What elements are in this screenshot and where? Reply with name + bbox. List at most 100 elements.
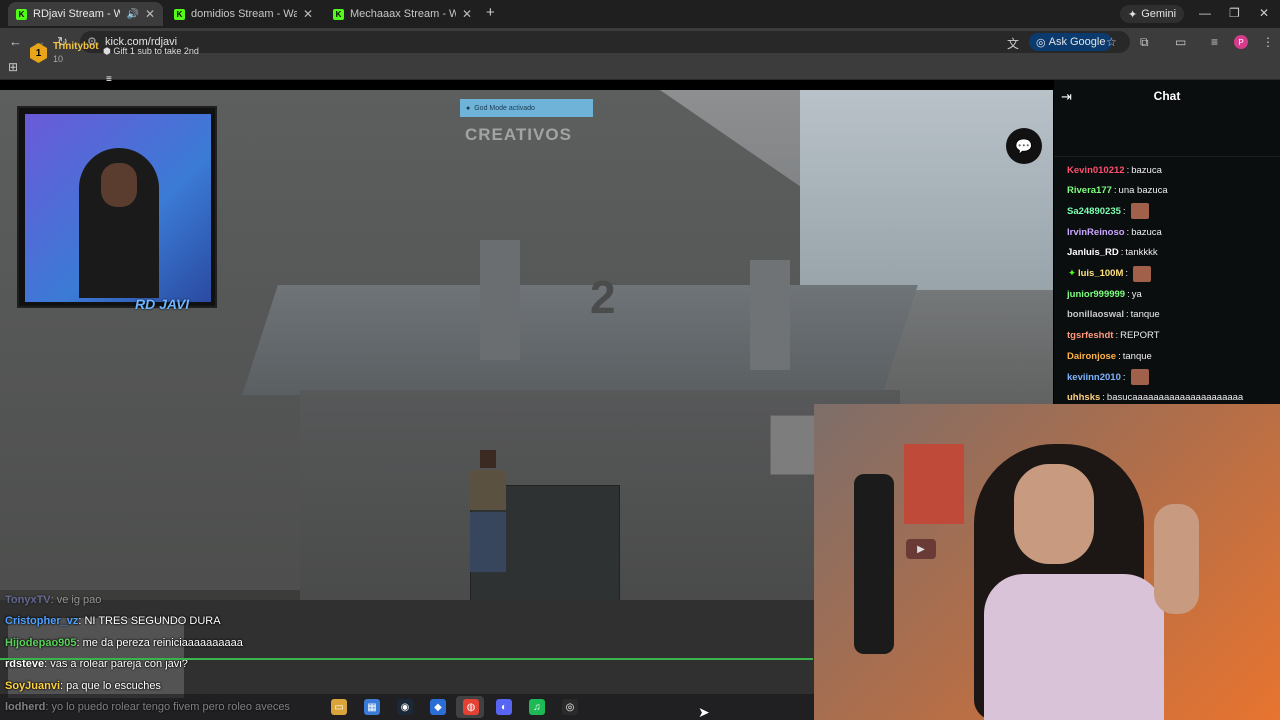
chat-emote-icon xyxy=(1130,203,1149,220)
chat-separator: : xyxy=(1127,288,1130,300)
back-icon[interactable]: ← xyxy=(9,34,22,49)
overlay-chat-line: Cristopher_vz: NI TRES SEGUNDO DURA xyxy=(5,615,435,636)
address-bar[interactable] xyxy=(80,31,1130,53)
chat-username[interactable]: junior999999 xyxy=(1067,289,1125,300)
lens-icon: ◎ xyxy=(1036,36,1046,49)
pinned-username[interactable]: Trinitybot xyxy=(53,41,99,52)
chat-separator: : xyxy=(1120,247,1124,259)
chat-filter-icon[interactable]: ≡ xyxy=(106,74,112,85)
profile-avatar[interactable]: P xyxy=(1234,35,1248,49)
overlay-chat-text: : ve ig pao xyxy=(50,594,102,606)
chat-message[interactable]: ✦ luis_100M: xyxy=(1068,264,1152,284)
chat-message[interactable]: Daironjose: tanque xyxy=(1067,346,1152,366)
overlay-chat-username: Hijodepao905 xyxy=(5,636,77,649)
extensions-icon[interactable]: ⧉ xyxy=(1140,35,1149,50)
chat-toggle-icon[interactable]: 💬 xyxy=(1006,128,1042,164)
chat-username[interactable]: Rivera177 xyxy=(1067,185,1112,196)
menu-kebab-icon[interactable]: ⋮ xyxy=(1262,35,1274,49)
tab-rdjavi[interactable]: K RDjavi Stream - Watch Live 🔊 ✕ xyxy=(8,2,163,26)
chat-message-text: REPORT xyxy=(1120,330,1160,342)
chat-message-text: basucaaaaaaaaaaaaaaaaaaaaa xyxy=(1106,392,1244,404)
chat-username[interactable]: Janluis_RD xyxy=(1067,247,1119,258)
discord-icon[interactable]: ◐ xyxy=(496,699,512,715)
tab-close-icon[interactable]: ✕ xyxy=(303,7,313,21)
overlay-chat-text: : pa que lo escuches xyxy=(60,679,161,692)
overlay-chat-text: : me da pereza reiniciaaaaaaaaaa xyxy=(76,636,243,649)
pinned-gifter[interactable] xyxy=(1054,113,1280,157)
chat-separator: : xyxy=(1102,392,1105,404)
chat-message[interactable]: Kevin010212: bazuca xyxy=(1067,160,1162,180)
chat-message[interactable]: IrvinReinoso: bazuca xyxy=(1067,222,1162,242)
translate-icon[interactable]: 文 xyxy=(1007,35,1019,52)
cast-icon[interactable]: ▭ xyxy=(1175,35,1186,49)
microphone xyxy=(854,474,894,654)
chat-message[interactable]: Janluis_RD: tankkkk xyxy=(1067,243,1158,263)
hud-notification: ● God Mode activado xyxy=(460,99,593,117)
ask-google-button[interactable]: ◎ Ask Google xyxy=(1029,33,1113,51)
gift-sub-label: Gift 1 sub to take 2nd xyxy=(113,46,199,56)
new-tab-button[interactable]: + xyxy=(486,4,495,21)
streamer-cam-label: RD JAVI xyxy=(135,296,190,312)
media-control-icon[interactable]: ≡ xyxy=(1211,35,1218,49)
chat-username[interactable]: tgsrfeshdt xyxy=(1067,330,1113,341)
apps-grid-icon[interactable]: ⊞ xyxy=(8,60,18,74)
chat-separator: : xyxy=(1126,164,1130,176)
speaker-icon[interactable]: 🔊 xyxy=(126,9,138,20)
obs-icon[interactable]: ◎ xyxy=(562,699,578,715)
chat-username[interactable]: Daironjose xyxy=(1067,351,1116,362)
chat-message[interactable]: uhhsks: basucaaaaaaaaaaaaaaaaaaaaa xyxy=(1067,388,1243,408)
tab-close-icon[interactable]: ✕ xyxy=(145,7,155,21)
chat-message[interactable]: bonillaoswal: tanque xyxy=(1067,305,1160,325)
minimize-icon[interactable]: — xyxy=(1199,6,1211,20)
gift-sub-text[interactable]: ⬢ Gift 1 sub to take 2nd xyxy=(103,46,199,57)
chat-username[interactable]: Sa24890235 xyxy=(1067,206,1121,217)
hud-notification-text: God Mode activado xyxy=(474,104,535,112)
chat-username[interactable]: Kevin010212 xyxy=(1067,165,1125,176)
tab-domidios[interactable]: K domidios Stream - Watch Live o ✕ xyxy=(166,2,321,26)
spotify-icon[interactable]: ♫ xyxy=(529,699,545,715)
chat-message-text: una bazuca xyxy=(1118,185,1168,197)
gemini-label: Gemini xyxy=(1141,8,1177,20)
chat-message[interactable]: Rivera177: una bazuca xyxy=(1067,181,1168,201)
chat-header: ⇥ Chat xyxy=(1054,80,1280,112)
app-icon[interactable]: ◆ xyxy=(430,699,446,715)
chat-username[interactable]: bonillaoswal xyxy=(1067,309,1124,320)
close-window-icon[interactable]: ✕ xyxy=(1259,6,1269,20)
chat-username[interactable]: luis_100M xyxy=(1078,268,1123,279)
progress-bar xyxy=(0,658,813,660)
tab-strip: K RDjavi Stream - Watch Live 🔊 ✕ K domid… xyxy=(0,0,1280,28)
mouse-cursor-icon: ➤ xyxy=(698,704,710,720)
chat-username[interactable]: keviinn2010 xyxy=(1067,372,1121,383)
game-player-character xyxy=(470,450,520,600)
chrome-icon[interactable]: ◍ xyxy=(463,699,479,715)
gemini-sparkle-icon: ✦ xyxy=(1128,8,1138,21)
chat-message[interactable]: keviinn2010: xyxy=(1067,367,1149,387)
chat-message[interactable]: tgsrfeshdt: REPORT xyxy=(1067,326,1160,346)
streamer-webcam xyxy=(17,106,217,308)
gemini-button[interactable]: ✦ Gemini xyxy=(1120,5,1185,23)
bookmark-star-icon[interactable]: ☆ xyxy=(1106,35,1117,49)
chat-separator: : xyxy=(1126,309,1129,321)
chat-message[interactable]: Sa24890235: xyxy=(1067,201,1149,221)
game-roof xyxy=(242,285,918,395)
info-icon: ● xyxy=(466,104,471,112)
file-explorer-icon[interactable]: ▭ xyxy=(331,699,347,715)
overlay-chat-username: Cristopher_vz xyxy=(5,615,79,628)
steam-icon[interactable]: ◉ xyxy=(397,699,413,715)
tab-close-icon[interactable]: ✕ xyxy=(462,7,472,21)
restore-icon[interactable]: ❐ xyxy=(1229,6,1240,20)
chat-separator: : xyxy=(1122,205,1126,217)
chat-username[interactable]: uhhsks xyxy=(1067,392,1100,403)
overlay-chat-line: Hijodepao905: me da pereza reiniciaaaaaa… xyxy=(5,637,435,658)
chat-username[interactable]: IrvinReinoso xyxy=(1067,227,1125,238)
chat-message[interactable]: junior999999: ya xyxy=(1067,284,1142,304)
gift-icon: ⬢ xyxy=(103,46,111,56)
chat-message-text: ya xyxy=(1131,288,1142,300)
tab-mechaaax[interactable]: K Mechaaax Stream - Watch Live ✕ xyxy=(325,2,480,26)
tab-title: RDjavi Stream - Watch Live xyxy=(33,8,121,20)
building-number: 2 xyxy=(590,271,616,323)
stream-watermark: CREATIVOS xyxy=(465,125,572,144)
play-icon: ▶ xyxy=(906,539,936,559)
tab-title: Mechaaax Stream - Watch Live xyxy=(350,8,456,20)
store-icon[interactable]: ▦ xyxy=(364,699,380,715)
